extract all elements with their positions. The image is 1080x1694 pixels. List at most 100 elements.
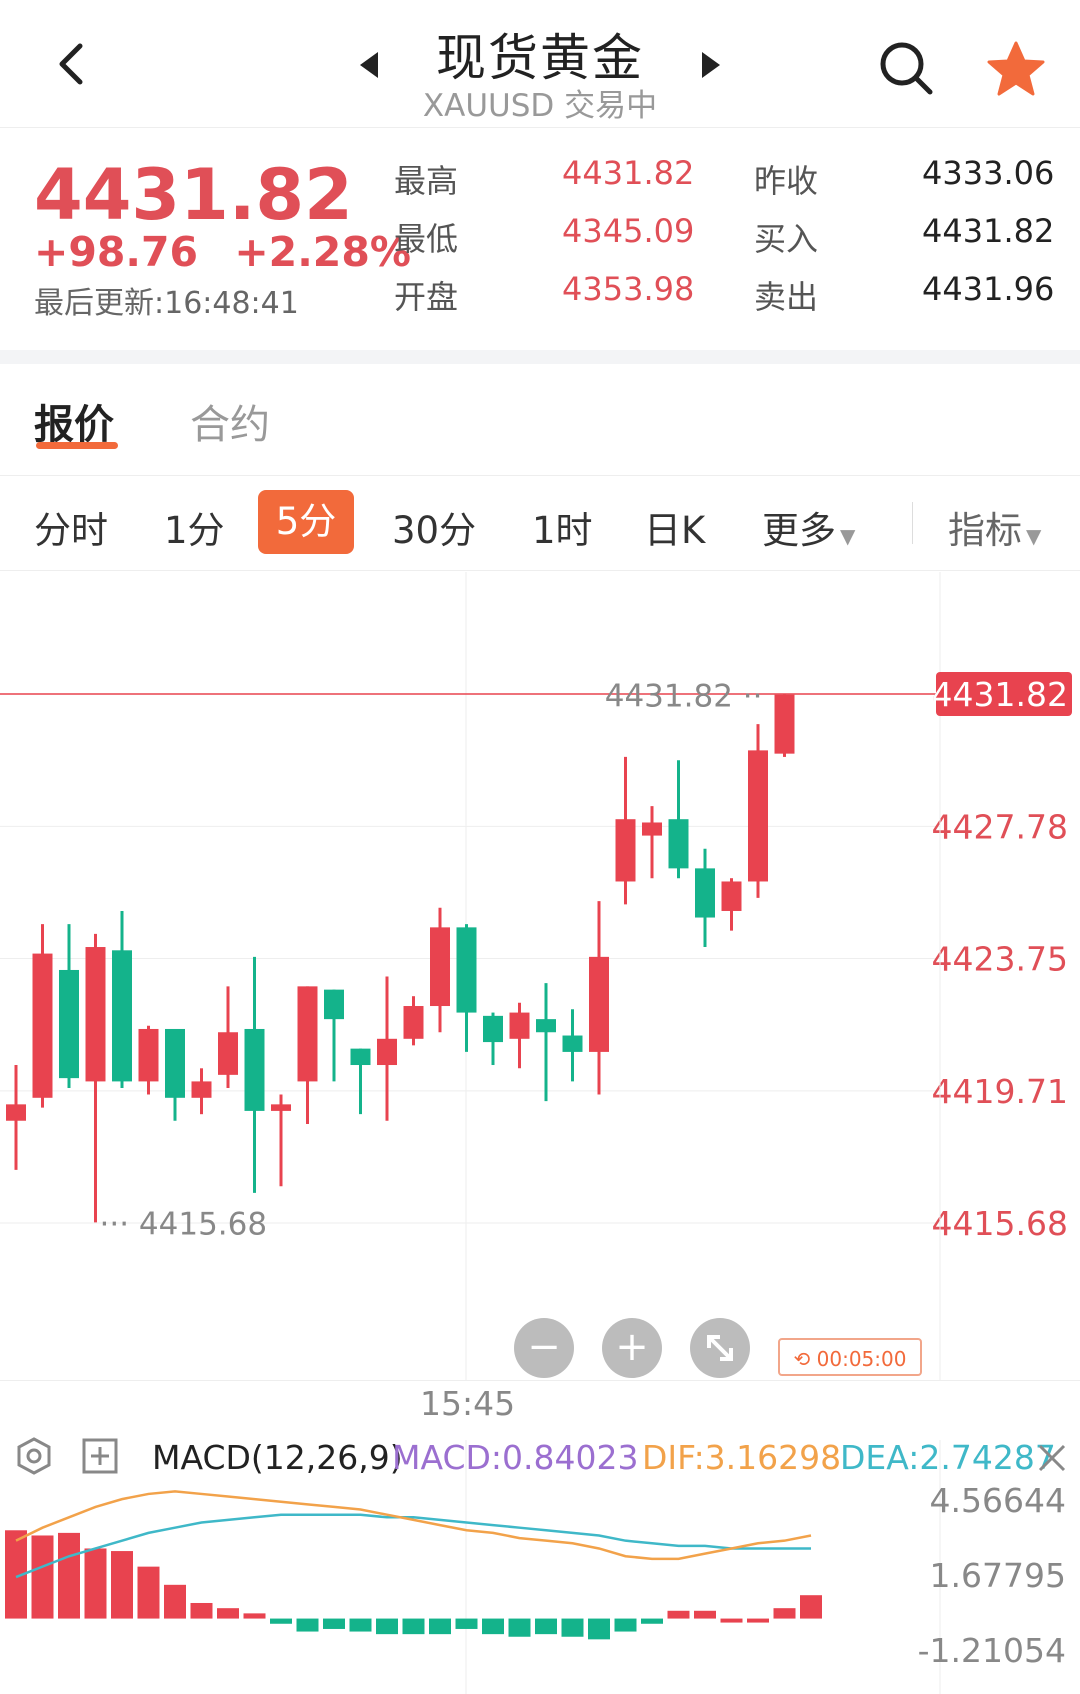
more-dropdown[interactable]: 更多 ▼ <box>762 500 855 554</box>
interval-30m[interactable]: 30分 <box>392 500 476 554</box>
candle-body <box>721 881 742 911</box>
macd-bar <box>376 1618 398 1635</box>
macd-bar <box>137 1566 160 1619</box>
divider <box>0 1380 1080 1381</box>
quote-panel: 4431.82 +98.76 +2.28% 最后更新:16:48:41 最高 4… <box>0 128 1080 348</box>
divider <box>912 502 913 544</box>
y-tick-label: 4419.71 <box>932 1072 1068 1111</box>
macd-bar <box>217 1608 239 1619</box>
macd-bar <box>402 1618 425 1635</box>
caret-down-icon: ▼ <box>1026 524 1042 548</box>
macd-bar <box>31 1535 54 1619</box>
candle-body <box>509 1012 530 1039</box>
candle-body <box>297 986 318 1082</box>
candle-body <box>748 750 768 882</box>
candle-body <box>59 969 79 1079</box>
expand-icon <box>707 1335 733 1361</box>
last-updated: 最后更新:16:48:41 <box>34 286 299 321</box>
min-price-label: ··· 4415.68 <box>100 1206 268 1242</box>
prev-close-value: 4333.06 <box>922 154 1055 192</box>
top-bar: 现货黄金 XAUUSD 交易中 <box>0 0 1080 128</box>
candle-body <box>191 1081 212 1098</box>
next-arrow-icon[interactable] <box>700 50 722 80</box>
macd-bar <box>667 1610 690 1619</box>
macd-bar <box>84 1548 107 1619</box>
candle-body <box>112 950 132 1082</box>
macd-bar <box>588 1618 610 1640</box>
candle-body <box>271 1104 291 1111</box>
tab-contract[interactable]: 合约 <box>190 392 270 450</box>
section-divider <box>0 350 1080 364</box>
candlestick-chart[interactable]: 4431.82 4427.78 4423.75 4419.71 4415.68 4431… <box>0 572 1080 1380</box>
macd-bar <box>111 1551 133 1619</box>
candle-body <box>615 819 636 882</box>
low-value: 4345.09 <box>562 212 695 250</box>
star-icon[interactable] <box>986 40 1046 98</box>
candle-body <box>695 868 715 918</box>
x-tick-label: 15:45 <box>420 1384 516 1423</box>
divider <box>0 570 1080 571</box>
high-label: 最高 <box>394 162 459 200</box>
clock-icon: ⟲ <box>793 1347 811 1371</box>
macd-bar <box>270 1618 292 1624</box>
open-value: 4353.98 <box>562 270 695 308</box>
fullscreen-button[interactable] <box>690 1318 750 1378</box>
candle-body <box>218 1032 238 1075</box>
macd-bar <box>482 1618 504 1635</box>
macd-bar <box>190 1602 213 1619</box>
zoom-in-button[interactable]: + <box>602 1318 662 1378</box>
interval-5m[interactable]: 5分 <box>258 490 354 554</box>
candle-body <box>377 1038 397 1066</box>
macd-bar <box>773 1608 796 1619</box>
candle-body <box>403 1006 424 1039</box>
candle-body <box>536 1019 556 1033</box>
indicator-label: 指标 <box>948 509 1022 552</box>
search-icon[interactable] <box>878 40 934 96</box>
price-change: +98.76 +2.28% <box>34 228 411 276</box>
ask-value: 4431.96 <box>922 270 1055 308</box>
macd-bar <box>720 1618 743 1623</box>
candle-body <box>324 989 344 1020</box>
ask-label: 卖出 <box>754 278 819 316</box>
more-label: 更多 <box>762 509 836 552</box>
candle-body <box>562 1035 583 1052</box>
candle-timer: ⟲ 00:05:00 <box>778 1338 922 1376</box>
bid-value: 4431.82 <box>922 212 1055 250</box>
open-label: 开盘 <box>394 278 459 316</box>
macd-bar <box>58 1532 80 1619</box>
indicator-dropdown[interactable]: 指标 ▼ <box>948 500 1041 554</box>
chart-annotations: 4431.82 4431.82 ·· ··· 4415.68 <box>0 672 1072 1242</box>
interval-1h[interactable]: 1时 <box>532 500 593 554</box>
candle-body <box>244 1028 265 1111</box>
zoom-out-button[interactable]: − <box>514 1318 574 1378</box>
macd-bar <box>694 1610 716 1619</box>
macd-y-tick: 1.67795 <box>930 1556 1066 1595</box>
macd-bar <box>323 1618 345 1629</box>
candle-body <box>6 1104 26 1121</box>
candle-body <box>32 953 53 1098</box>
candle-body <box>456 927 477 1013</box>
macd-bar <box>455 1618 478 1629</box>
divider <box>0 475 1080 476</box>
macd-chart[interactable]: 4.56644 1.67795 -1.21054 <box>0 1440 1080 1694</box>
candle-body <box>138 1028 159 1082</box>
dea-line <box>15 1513 811 1579</box>
interval-intraday[interactable]: 分时 <box>34 500 108 554</box>
interval-daily[interactable]: 日K <box>644 500 705 554</box>
current-price-label: 4431.82 <box>932 675 1068 714</box>
candle-body <box>668 819 689 869</box>
max-price-label: 4431.82 ·· <box>605 679 763 715</box>
y-tick-label: 4415.68 <box>932 1204 1068 1243</box>
candle-body <box>85 947 106 1082</box>
y-tick-label: 4423.75 <box>932 940 1068 979</box>
candle-body <box>642 822 662 836</box>
macd-y-tick: -1.21054 <box>918 1631 1066 1670</box>
candle-body <box>483 1015 503 1043</box>
candle-body <box>774 694 795 754</box>
macd-bar <box>349 1618 372 1632</box>
macd-bar <box>614 1618 637 1632</box>
last-price: 4431.82 <box>34 154 353 236</box>
dif-line <box>15 1490 812 1561</box>
interval-1m[interactable]: 1分 <box>164 500 225 554</box>
macd-bar <box>243 1613 266 1619</box>
